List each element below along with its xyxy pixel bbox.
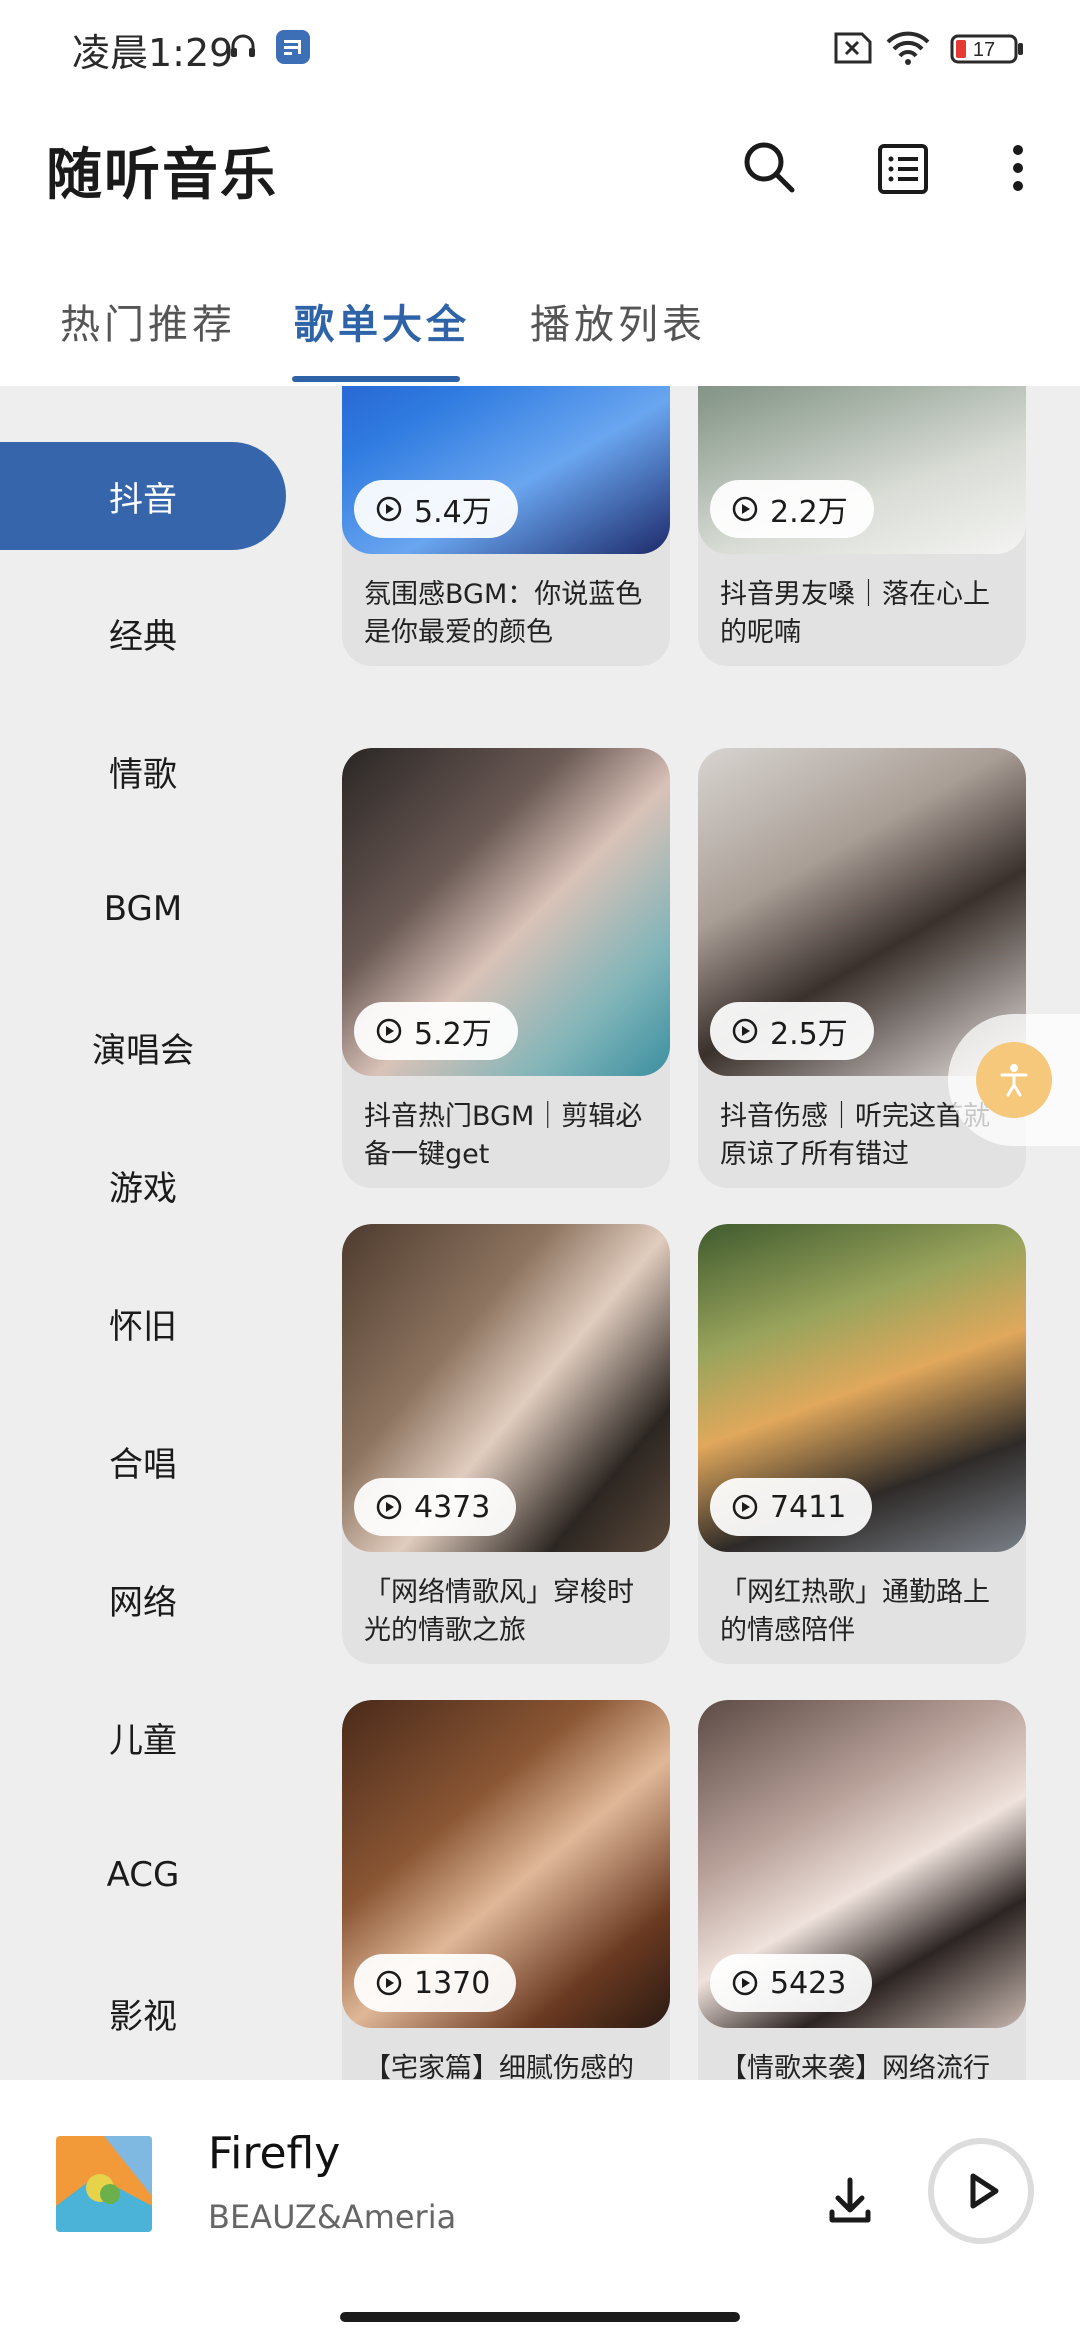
play-count-badge: 5.4万 — [354, 480, 518, 538]
playlist-card[interactable]: 5.4万 氛围感BGM：你说蓝色是你最爱的颜色 — [342, 386, 670, 666]
playlist-cover: 1370 — [342, 1700, 670, 2028]
play-count: 1370 — [414, 1965, 491, 2001]
song-title: Firefly — [208, 2128, 341, 2179]
tab-hot[interactable]: 热门推荐 — [60, 292, 236, 350]
play-circle-icon — [732, 1970, 758, 1996]
status-bar: 凌晨1:29 17 — [0, 0, 1080, 96]
accessibility-button[interactable] — [976, 1042, 1052, 1118]
play-count: 5.4万 — [414, 495, 492, 530]
music-app-icon — [276, 30, 310, 64]
mini-player[interactable]: Firefly BEAUZ&Ameria — [0, 2080, 1080, 2280]
tab-indicator — [292, 376, 460, 382]
playlist-cover: 7411 — [698, 1224, 1026, 1552]
category-item[interactable]: 演唱会 — [0, 993, 286, 1101]
playlist-card[interactable]: 1370 【宅家篇】细腻伤感的 — [342, 1700, 670, 2080]
play-count-badge: 2.2万 — [710, 480, 874, 538]
play-count: 2.2万 — [770, 495, 848, 530]
play-count: 5423 — [770, 1965, 847, 2001]
search-icon[interactable] — [730, 128, 810, 208]
playlist-card[interactable]: 7411 「网红热歌」通勤路上的情感陪伴 — [698, 1224, 1026, 1664]
category-item[interactable]: 合唱 — [0, 1407, 286, 1515]
list-icon[interactable] — [862, 128, 942, 208]
playlist-cover: 5.4万 — [342, 386, 670, 554]
category-item[interactable]: 影视 — [0, 1959, 286, 2067]
playlist-cover: 5423 — [698, 1700, 1026, 2028]
play-circle-icon — [376, 1018, 402, 1044]
battery-level: 17 — [973, 39, 995, 61]
play-circle-icon — [732, 1018, 758, 1044]
status-time: 凌晨1:29 — [72, 31, 234, 75]
play-count: 7411 — [770, 1489, 847, 1525]
play-count: 4373 — [414, 1489, 491, 1525]
playlist-title: 抖音热门BGM｜剪辑必备一键get — [364, 1101, 643, 1170]
playlist-card[interactable]: 5.2万 抖音热门BGM｜剪辑必备一键get — [342, 748, 670, 1188]
app-title: 随听音乐 — [46, 143, 278, 208]
playlist-title: 【宅家篇】细腻伤感的 — [364, 2053, 634, 2080]
status-icons: 17 — [834, 31, 1023, 65]
play-circle-icon — [732, 496, 758, 522]
play-button[interactable] — [926, 2136, 1036, 2246]
album-art[interactable] — [56, 2136, 152, 2232]
tab-bar: 热门推荐 歌单大全 播放列表 — [0, 280, 1080, 386]
playlist-title: 「网络情歌风」穿梭时光的情歌之旅 — [364, 1577, 634, 1646]
playlist-cover: 2.2万 — [698, 386, 1026, 554]
playlist-title: 【情歌来袭】网络流行 — [720, 2053, 990, 2080]
home-indicator[interactable] — [340, 2312, 740, 2322]
category-item[interactable]: 网络 — [0, 1545, 286, 1653]
play-count-badge: 7411 — [710, 1478, 873, 1536]
category-item[interactable]: 怀旧 — [0, 1269, 286, 1377]
playlist-cover: 4373 — [342, 1224, 670, 1552]
category-item[interactable]: 情歌 — [0, 717, 286, 825]
play-count: 5.2万 — [414, 1017, 492, 1052]
category-item[interactable]: 游戏 — [0, 1131, 286, 1239]
floating-shortcut — [948, 1014, 1080, 1146]
category-item[interactable]: BGM — [0, 855, 286, 963]
sim-off-icon — [834, 32, 872, 64]
playlist-title: 「网红热歌」通勤路上的情感陪伴 — [720, 1577, 990, 1646]
play-circle-icon — [376, 496, 402, 522]
playlist-title: 抖音男友嗓｜落在心上的呢喃 — [720, 579, 990, 648]
tab-play-queue[interactable]: 播放列表 — [530, 292, 706, 350]
accessibility-icon — [1000, 1064, 1028, 1097]
play-count-badge: 1370 — [354, 1954, 517, 2012]
play-circle-icon — [732, 1494, 758, 1520]
category-item[interactable]: ACG — [0, 1821, 286, 1929]
category-item[interactable]: 经典 — [0, 579, 286, 687]
play-count-badge: 4373 — [354, 1478, 517, 1536]
playlist-cover: 5.2万 — [342, 748, 670, 1076]
category-item[interactable]: 抖音 — [0, 442, 286, 550]
playlist-card[interactable]: 5423 【情歌来袭】网络流行 — [698, 1700, 1026, 2080]
playlist-title: 氛围感BGM：你说蓝色是你最爱的颜色 — [364, 579, 643, 648]
tab-playlists[interactable]: 歌单大全 — [294, 292, 470, 350]
category-item[interactable]: 儿童 — [0, 1683, 286, 1791]
download-icon[interactable] — [810, 2160, 890, 2240]
play-count: 2.5万 — [770, 1017, 848, 1052]
playlist-card[interactable]: 4373 「网络情歌风」穿梭时光的情歌之旅 — [342, 1224, 670, 1664]
wifi-icon — [886, 31, 930, 65]
play-count-badge: 2.5万 — [710, 1002, 874, 1060]
more-vert-icon[interactable] — [978, 128, 1058, 208]
playlist-card[interactable]: 2.2万 抖音男友嗓｜落在心上的呢喃 — [698, 386, 1026, 666]
play-circle-icon — [376, 1494, 402, 1520]
play-count-badge: 5423 — [710, 1954, 873, 2012]
headset-icon — [231, 34, 255, 57]
content-area: 抖音 经典 情歌 BGM 演唱会 游戏 怀旧 合唱 网络 儿童 ACG 影视 5… — [0, 386, 1080, 2080]
song-artist: BEAUZ&Ameria — [208, 2198, 457, 2236]
play-circle-icon — [376, 1970, 402, 1996]
battery-icon: 17 — [950, 34, 1023, 64]
play-count-badge: 5.2万 — [354, 1002, 518, 1060]
